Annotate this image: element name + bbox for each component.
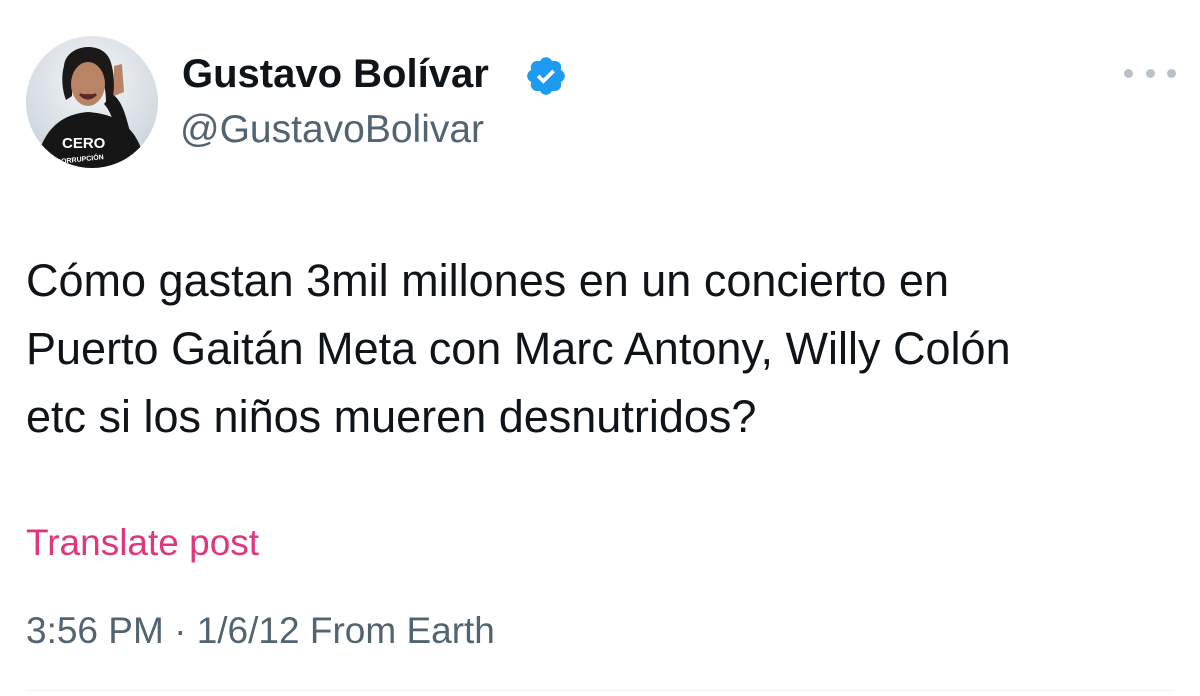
avatar[interactable]: CERO CORRUPCIÓN (26, 36, 158, 168)
tweet-text-line: etc si los niños mueren desnutridos? (26, 391, 757, 442)
tweet-metadata: 3:56 PM · 1/6/12 From Earth (26, 608, 495, 654)
translate-post-link[interactable]: Translate post (26, 520, 259, 566)
verified-badge-icon (527, 57, 565, 95)
more-dot (1124, 68, 1133, 78)
author-display-name[interactable]: Gustavo Bolívar (182, 50, 489, 98)
more-dot (1167, 68, 1176, 78)
author-handle[interactable]: @GustavoBolivar (180, 107, 484, 153)
meta-separator: · (174, 610, 187, 651)
avatar-image: CERO CORRUPCIÓN (26, 36, 158, 168)
tweet-text: Cómo gastan 3mil millones en un conciert… (26, 247, 1176, 451)
avatar-shirt-text: CERO (62, 135, 106, 152)
more-dot (1145, 68, 1155, 78)
tweet-source: From Earth (309, 610, 495, 651)
tweet-text-line: Puerto Gaitán Meta con Marc Antony, Will… (26, 323, 1011, 374)
tweet-date[interactable]: 1/6/12 (197, 610, 300, 651)
tweet-time[interactable]: 3:56 PM (26, 610, 164, 651)
more-options-icon[interactable] (1124, 58, 1176, 88)
divider (26, 690, 1174, 691)
tweet-text-line: Cómo gastan 3mil millones en un conciert… (26, 255, 949, 306)
